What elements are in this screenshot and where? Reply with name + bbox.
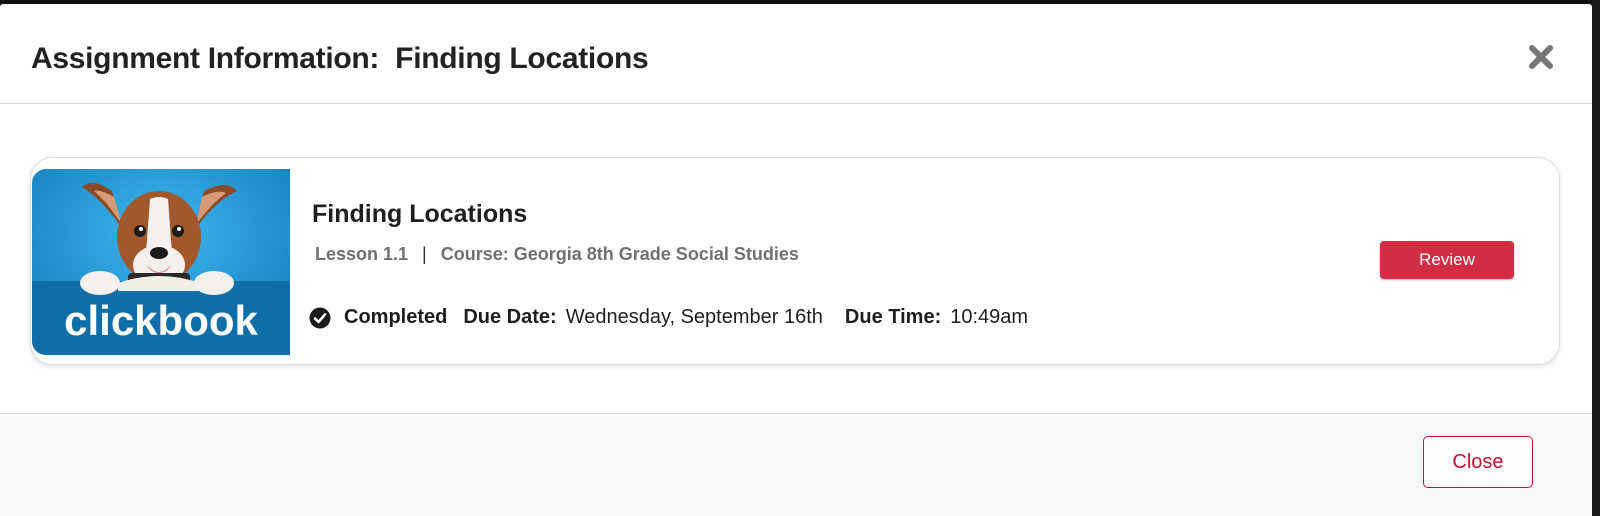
modal-header: Assignment Information: Finding Location… <box>0 4 1592 104</box>
due-date-label: Due Date: <box>463 306 557 328</box>
meta-separator: | <box>422 244 427 264</box>
modal-body: clickbook Finding Locations Lesson 1.1 | C… <box>0 104 1592 416</box>
background-edge <box>1592 0 1600 516</box>
modal-footer: Close <box>0 413 1592 516</box>
status-row: Completed Due Date: Wednesday, September… <box>309 306 1028 329</box>
status-text: Completed <box>344 306 448 328</box>
review-button[interactable]: Review <box>1380 241 1514 279</box>
check-circle-icon <box>309 307 331 328</box>
thumbnail-brand-text: clickbook <box>64 297 258 344</box>
close-x-icon[interactable] <box>1528 44 1554 70</box>
lesson-label: Lesson 1.1 <box>315 244 409 264</box>
due-time-value: 10:49am <box>950 306 1029 328</box>
assignment-title: Finding Locations <box>312 200 528 228</box>
due-time-label: Due Time: <box>844 306 942 328</box>
modal-title: Assignment Information: Finding Location… <box>31 42 649 75</box>
course-value: Georgia 8th Grade Social Studies <box>513 244 799 264</box>
assignment-meta: Lesson 1.1 | Course: Georgia 8th Grade Soc… <box>315 244 799 265</box>
due-date-value: Wednesday, September 16th <box>565 306 823 328</box>
assignment-card: clickbook Finding Locations Lesson 1.1 | C… <box>30 157 1560 365</box>
assignment-info-modal: Assignment Information: Finding Location… <box>0 4 1592 516</box>
clickbook-thumbnail: clickbook <box>32 169 290 355</box>
close-button[interactable]: Close <box>1423 436 1533 488</box>
course-label: Course: <box>440 244 509 264</box>
